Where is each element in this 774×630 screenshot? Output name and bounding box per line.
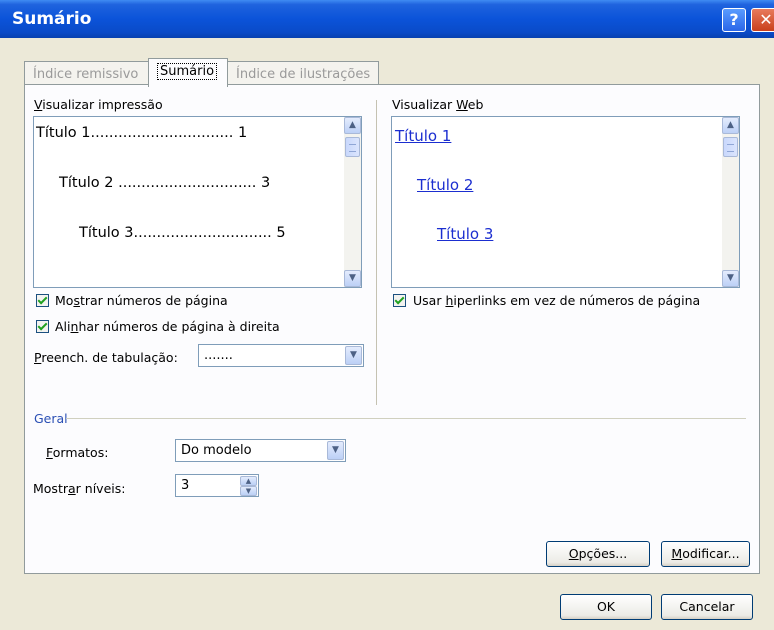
dialog-title: Sumário: [12, 9, 92, 29]
web-heading-3: Título 3: [437, 225, 494, 243]
web-preview-box: Título 1 Título 2 Título 3 ▲ ▼: [391, 116, 740, 288]
modify-button[interactable]: Modificar...: [661, 541, 750, 567]
tab-label: Índice remissivo: [33, 67, 139, 82]
print-heading-3: Título 3.............................. 5: [79, 225, 286, 241]
help-icon: ?: [729, 10, 739, 29]
general-group-title: Geral: [34, 411, 68, 426]
cancel-button[interactable]: Cancelar: [661, 594, 753, 620]
print-preview-box: Título 1............................... …: [33, 116, 362, 288]
print-heading-2: Título 2 .............................. …: [59, 175, 271, 191]
print-preview-label: Visualizar impressão: [34, 97, 163, 112]
checkmark-icon: [37, 294, 48, 305]
scroll-down-icon[interactable]: ▼: [344, 270, 361, 287]
tab-sumario[interactable]: Sumário: [148, 58, 228, 87]
title-bar[interactable]: Sumário ? ✕: [0, 0, 774, 38]
tab-leader-value: .......: [204, 348, 233, 363]
web-preview-label: Visualizar Web: [392, 97, 484, 112]
chevron-down-icon[interactable]: ▼: [345, 346, 362, 365]
show-page-numbers-label: Mostrar números de página: [55, 293, 228, 308]
web-heading-2: Título 2: [417, 176, 474, 194]
options-button[interactable]: Opções...: [546, 541, 650, 567]
scroll-down-icon[interactable]: ▼: [722, 270, 739, 287]
chevron-down-icon[interactable]: ▼: [327, 441, 344, 460]
checkmark-icon: [37, 320, 48, 331]
show-levels-label: Mostrar níveis:: [33, 481, 126, 496]
tab-label: Sumário: [157, 63, 218, 80]
help-button[interactable]: ?: [722, 8, 746, 32]
show-page-numbers-checkbox[interactable]: [36, 294, 49, 307]
formats-label: Formatos:: [46, 445, 109, 460]
scroll-thumb[interactable]: [345, 137, 360, 157]
tab-leader-select[interactable]: ....... ▼: [198, 344, 364, 367]
print-preview-scrollbar[interactable]: ▲ ▼: [344, 117, 361, 287]
print-heading-1: Título 1............................... …: [36, 125, 248, 141]
formats-select[interactable]: Do modelo ▼: [175, 439, 346, 462]
close-icon: ✕: [759, 10, 773, 29]
tab-leader-label: Preench. de tabulação:: [34, 350, 178, 365]
align-right-checkbox[interactable]: [36, 320, 49, 333]
toc-dialog: Sumário ? ✕ Índice remissivo Sumário Índ…: [0, 0, 774, 630]
close-button[interactable]: ✕: [751, 8, 774, 32]
web-preview-scrollbar[interactable]: ▲ ▼: [722, 117, 739, 287]
column-divider: [376, 100, 377, 405]
spin-down-icon[interactable]: ▼: [240, 486, 257, 496]
spin-up-icon[interactable]: ▲: [240, 476, 257, 486]
show-levels-value: 3: [181, 478, 190, 493]
use-hyperlinks-label: Usar hiperlinks em vez de números de pág…: [413, 293, 701, 308]
tab-label: Índice de ilustrações: [236, 67, 371, 82]
group-divider: [66, 418, 746, 419]
scroll-up-icon[interactable]: ▲: [722, 117, 739, 134]
scroll-up-icon[interactable]: ▲: [344, 117, 361, 134]
show-levels-spinner[interactable]: 3 ▲ ▼: [175, 474, 259, 497]
align-right-label: Alinhar números de página à direita: [55, 319, 280, 334]
formats-value: Do modelo: [181, 443, 252, 458]
web-heading-1: Título 1: [395, 127, 452, 145]
use-hyperlinks-checkbox[interactable]: [393, 294, 406, 307]
scroll-thumb[interactable]: [723, 137, 738, 157]
ok-button[interactable]: OK: [560, 594, 652, 620]
checkmark-icon: [394, 294, 405, 305]
